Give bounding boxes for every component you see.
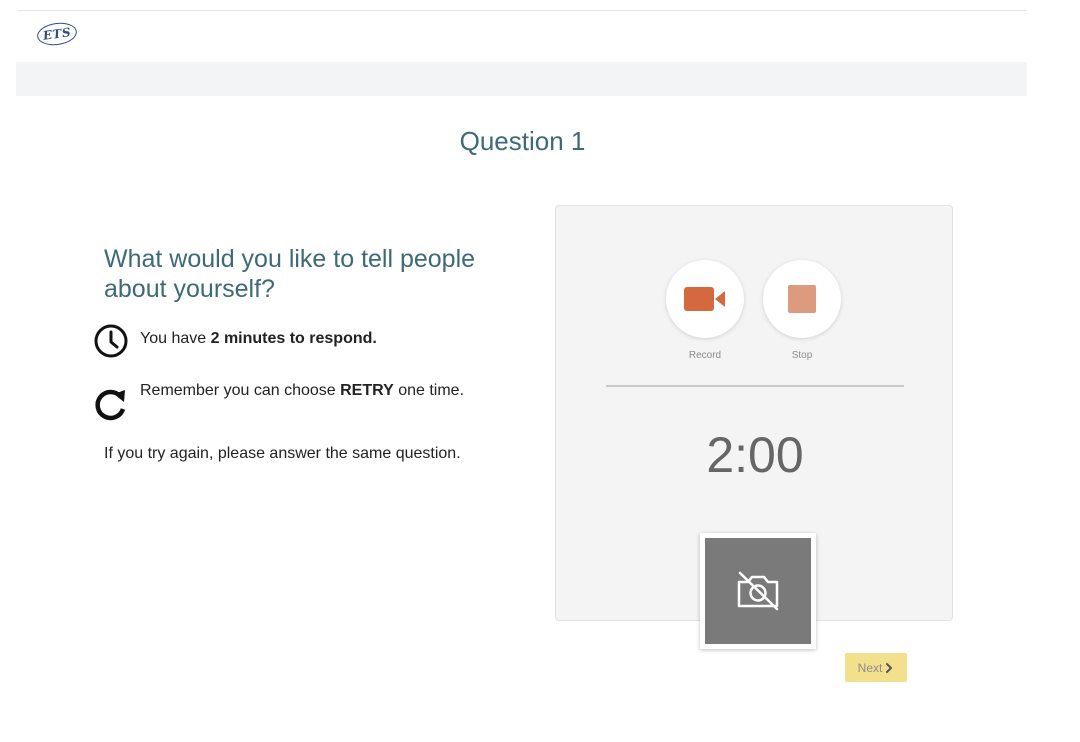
recorder-divider xyxy=(606,385,904,387)
camera-preview-area xyxy=(705,538,811,644)
logo-text: ETS xyxy=(42,25,72,43)
retry-row: Remember you can choose RETRY one time. xyxy=(92,378,482,424)
header-banner xyxy=(16,62,1027,96)
clock-icon xyxy=(94,324,128,358)
question-title: Question 1 xyxy=(459,126,586,156)
retry-text: Remember you can choose RETRY one time. xyxy=(140,378,464,403)
next-label: Next xyxy=(857,660,883,675)
retry-note: If you try again, please answer the same… xyxy=(104,445,461,462)
record-control: Record xyxy=(665,260,745,361)
question-panel: What would you like to tell people about… xyxy=(92,244,482,468)
time-limit-row: You have 2 minutes to respond. xyxy=(92,324,482,360)
retry-suffix: one time. xyxy=(393,382,465,399)
retry-bold: RETRY xyxy=(340,382,394,399)
record-label: Record xyxy=(688,350,722,361)
countdown-timer: 2:00 xyxy=(706,427,804,483)
ets-logo: ETS xyxy=(35,20,79,48)
retry-icon xyxy=(95,389,126,421)
next-button[interactable]: Next xyxy=(845,653,907,682)
retry-prefix: Remember you can choose xyxy=(140,382,341,399)
chevron-right-icon xyxy=(886,662,893,673)
camera-off-icon xyxy=(737,571,779,611)
video-camera-icon xyxy=(684,287,725,311)
time-limit-text: You have 2 minutes to respond. xyxy=(140,326,377,351)
time-limit-prefix: You have xyxy=(140,330,211,347)
stop-icon xyxy=(788,285,816,313)
record-button[interactable] xyxy=(666,260,744,338)
camera-preview xyxy=(700,533,816,649)
time-limit-bold: 2 minutes to respond. xyxy=(210,330,377,347)
question-prompt: What would you like to tell people about… xyxy=(104,245,476,303)
top-divider xyxy=(18,10,1027,11)
stop-control: Stop xyxy=(762,260,842,361)
logo-oval: ETS xyxy=(35,20,79,48)
stop-label: Stop xyxy=(791,350,813,361)
stop-button[interactable] xyxy=(763,260,841,338)
